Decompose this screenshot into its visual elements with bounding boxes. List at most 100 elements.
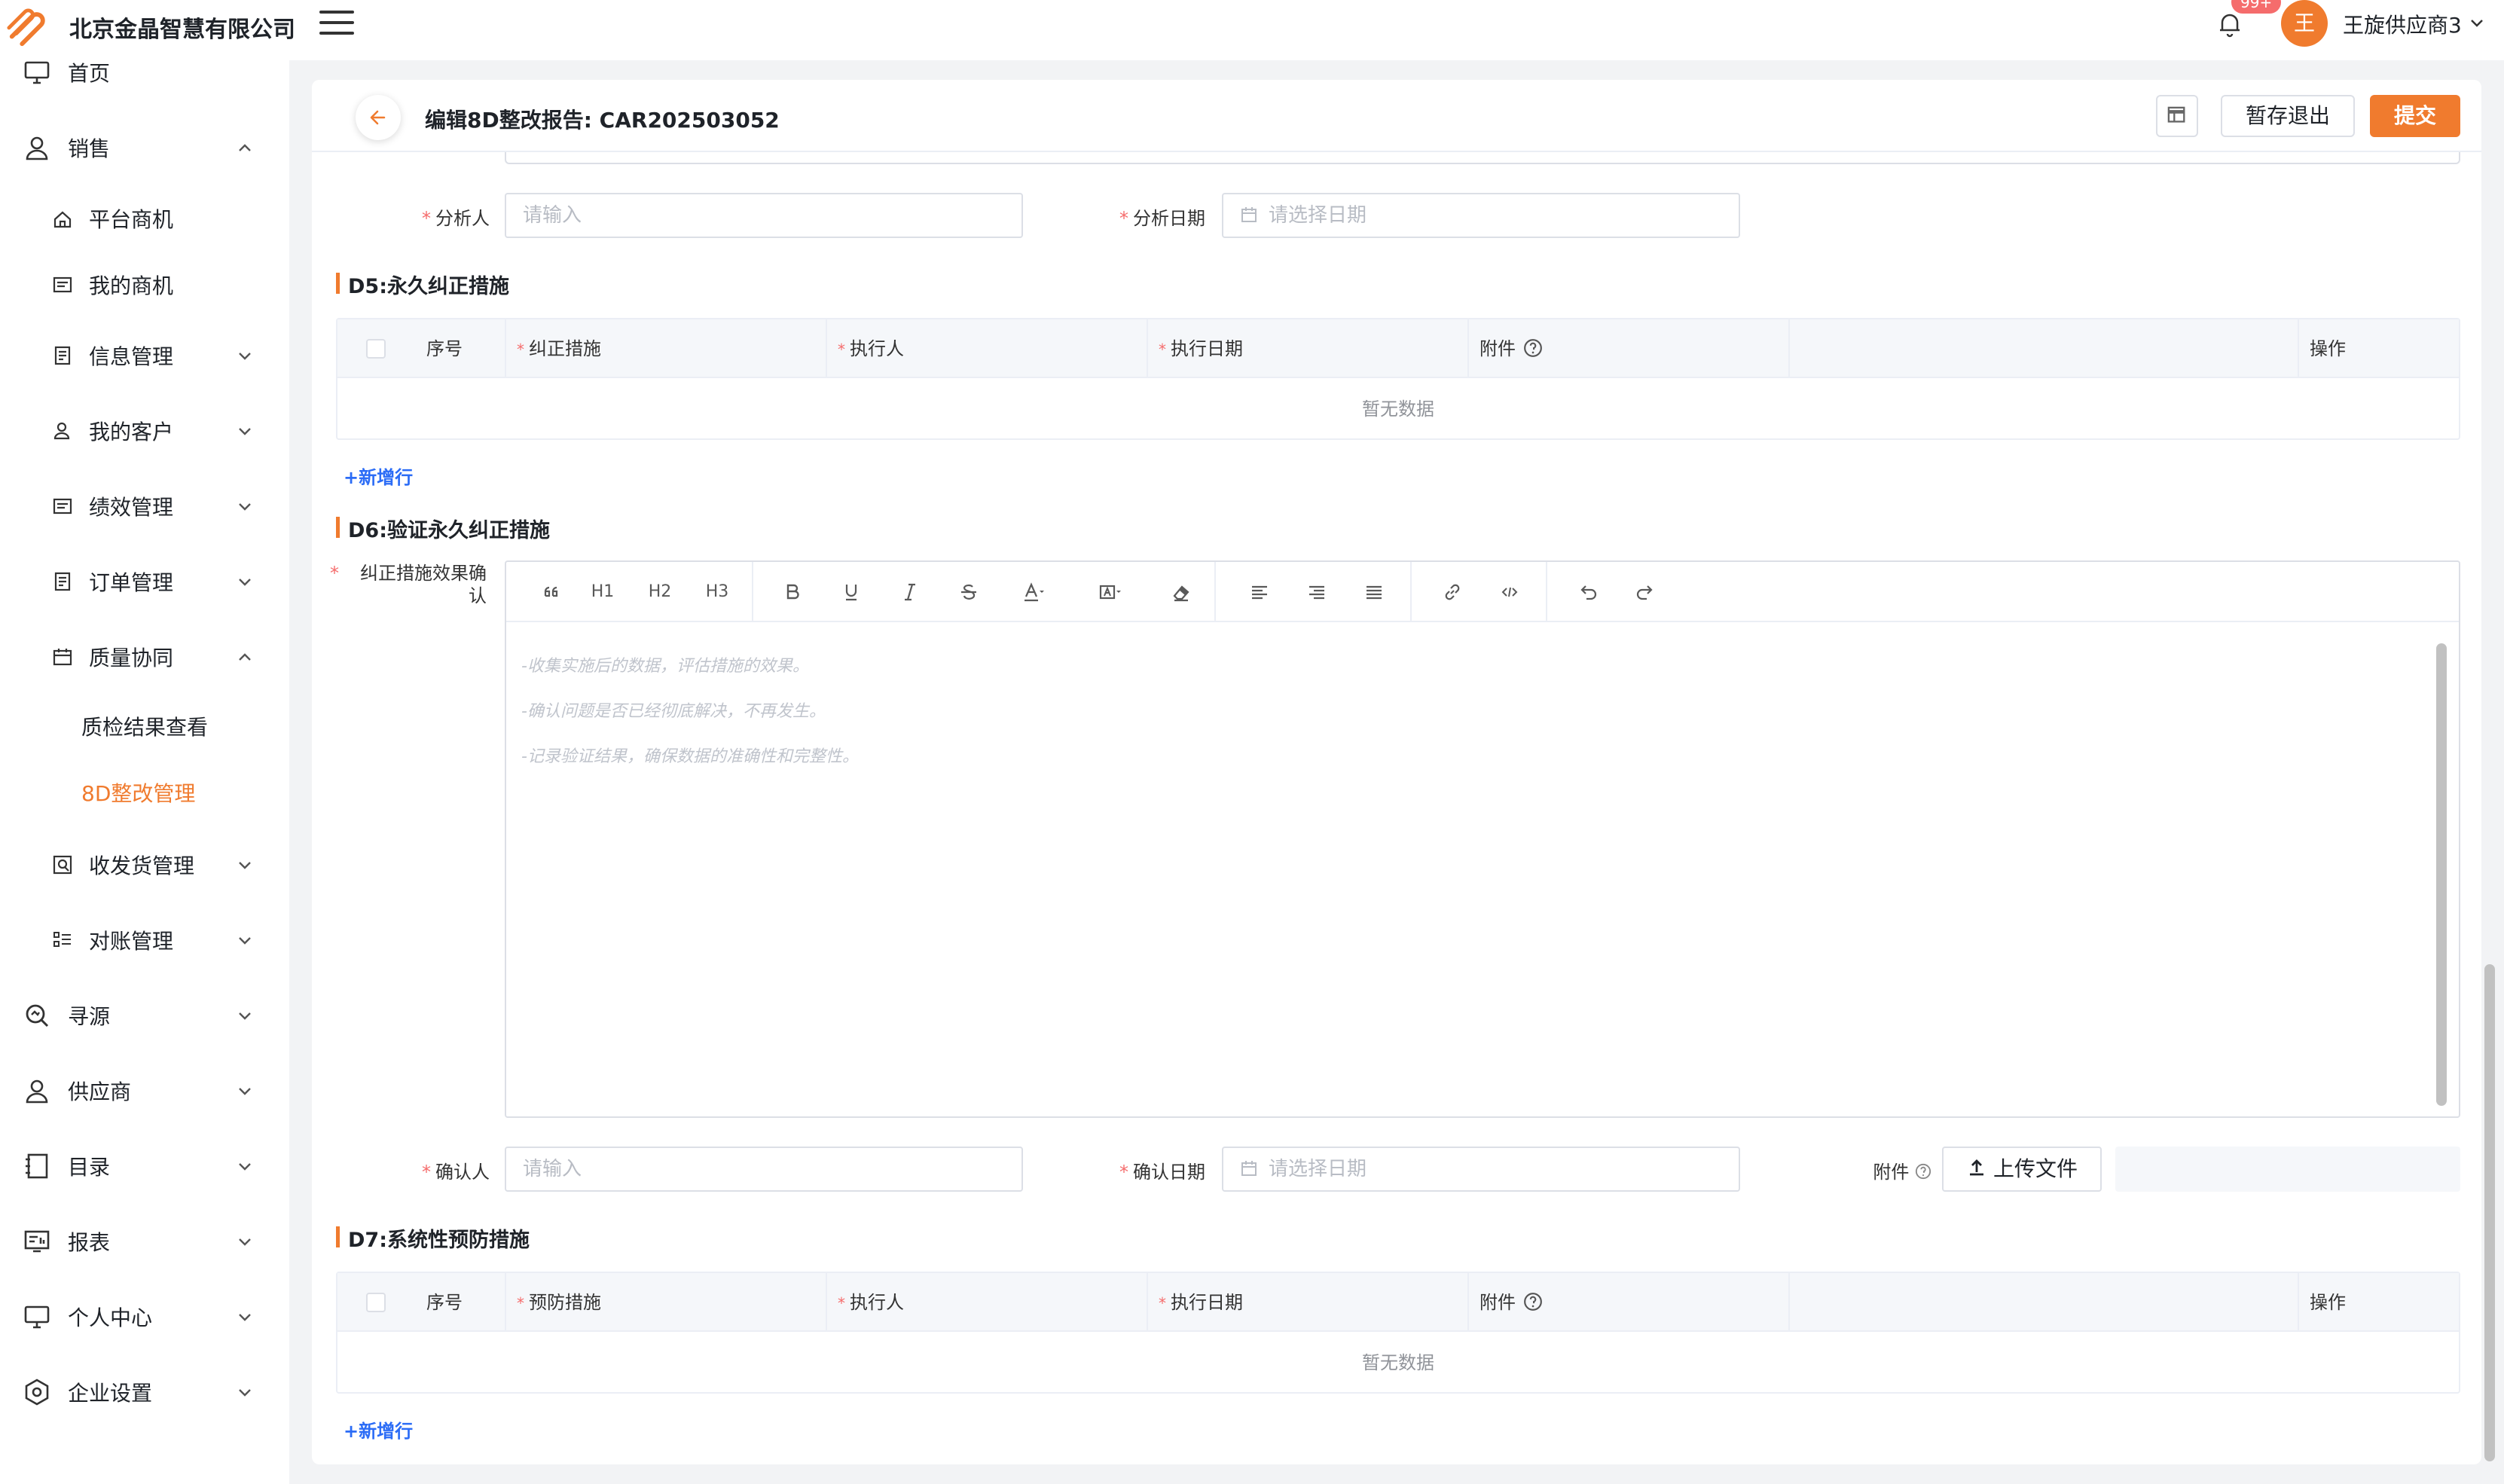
sidebar-item-info-management[interactable]: 信息管理 [0, 329, 289, 382]
sidebar-item-reports[interactable]: 报表 [0, 1215, 289, 1268]
chevron-down-icon[interactable] [235, 1081, 255, 1101]
column-header-label: 附件 [1479, 338, 1516, 359]
sidebar-item-performance-management[interactable]: 绩效管理 [0, 480, 289, 533]
confirm-date-picker[interactable]: 请选择日期 [1222, 1147, 1740, 1192]
confirmer-input[interactable]: 请输入 [505, 1147, 1023, 1192]
bold-button[interactable] [771, 579, 814, 606]
align-right-icon [1309, 585, 1324, 600]
bg-color-button[interactable] [1082, 579, 1139, 606]
sidebar-item-platform-opportunities[interactable]: 平台商机 [0, 192, 289, 245]
sidebar-item-quality-collaboration[interactable]: 质量协同 [0, 631, 289, 683]
link-button[interactable] [1431, 579, 1473, 606]
italic-button[interactable] [889, 579, 931, 606]
avatar[interactable]: 王 [2281, 0, 2328, 47]
heading-h2-button[interactable]: H2 [639, 579, 681, 606]
sidebar-item-home[interactable]: 首页 [0, 46, 289, 99]
eraser-button[interactable] [1160, 579, 1202, 606]
help-icon[interactable] [1523, 338, 1543, 358]
sidebar-item-my-customers[interactable]: 我的客户 [0, 405, 289, 457]
help-icon[interactable] [1915, 1163, 1931, 1180]
underline-button[interactable] [830, 579, 872, 606]
column-header: * 纠正措施 [506, 319, 827, 378]
page-scrollbar[interactable] [2484, 964, 2495, 1461]
chevron-up-icon[interactable] [235, 138, 255, 157]
help-icon[interactable] [1523, 1292, 1543, 1311]
sidebar-item-label: 目录 [68, 1155, 111, 1180]
sidebar-item-reconciliation-management[interactable]: 对账管理 [0, 914, 289, 966]
sidebar-item-catalog[interactable]: 目录 [0, 1140, 289, 1192]
chevron-down-icon[interactable] [235, 572, 255, 591]
menu-toggle-icon[interactable] [319, 11, 354, 38]
username[interactable]: 王旋供应商3 [2343, 9, 2462, 39]
undo-button[interactable] [1567, 579, 1609, 606]
submit-button[interactable]: 提交 [2370, 95, 2460, 137]
chevron-down-icon[interactable] [235, 1006, 255, 1025]
layout-toggle-button[interactable] [2156, 95, 2198, 137]
page-header: 编辑8D整改报告: CAR202503052 暂存退出 提交 [312, 80, 2481, 152]
align-right-button[interactable] [1296, 579, 1338, 606]
sidebar-item-order-management[interactable]: 订单管理 [0, 555, 289, 608]
bold-icon [786, 584, 799, 600]
chevron-down-icon[interactable] [235, 1156, 255, 1176]
select-all-checkbox[interactable] [366, 1293, 386, 1312]
undo-icon [1580, 585, 1597, 600]
column-header-label: 预防措施 [529, 1292, 601, 1313]
chevron-down-icon[interactable] [235, 855, 255, 875]
chevron-down-icon[interactable] [235, 1307, 255, 1327]
sidebar-item-shipping-management[interactable]: 收发货管理 [0, 838, 289, 891]
sidebar-item-my-opportunities[interactable]: 我的商机 [0, 258, 289, 311]
sidebar-item-enterprise-settings[interactable]: 企业设置 [0, 1366, 289, 1418]
toolbar-divider [1546, 562, 1547, 622]
chevron-down-icon[interactable] [235, 1232, 255, 1251]
notification-bell-icon[interactable] [2215, 9, 2245, 39]
quote-icon [544, 586, 558, 597]
upload-file-button[interactable]: 上传文件 [1942, 1147, 2102, 1192]
column-header: 附件 [1469, 1273, 1790, 1332]
sidebar-item-sales[interactable]: 销售 [0, 121, 289, 174]
calendar-icon [1241, 206, 1257, 222]
chevron-down-icon[interactable] [2468, 14, 2486, 32]
doc-icon [54, 572, 71, 591]
chevron-down-icon[interactable] [235, 930, 255, 950]
user-icon [26, 1079, 48, 1104]
confirmer-label: * 确认人 [422, 1162, 490, 1183]
analysis-date-picker[interactable]: 请选择日期 [1222, 193, 1740, 238]
sidebar-item-sourcing[interactable]: 寻源 [0, 989, 289, 1042]
company-logo-icon [7, 8, 45, 47]
toolbar-divider [1214, 562, 1216, 622]
sidebar-item-8d-rectification[interactable]: 8D整改管理 [0, 766, 289, 819]
rich-text-editor[interactable]: H1 H2 H3 -收集实施后的数据，评估措施的效果。 -确认问题是否已经彻底解决，不… [505, 560, 2460, 1118]
chevron-down-icon[interactable] [235, 496, 255, 516]
sidebar-item-inspection-results[interactable]: 质检结果查看 [0, 700, 289, 753]
heading-h3-button[interactable]: H3 [696, 579, 738, 606]
editor-scrollbar[interactable] [2436, 643, 2447, 1106]
chevron-down-icon[interactable] [235, 346, 255, 365]
chevron-down-icon[interactable] [235, 421, 255, 441]
d7-add-row-button[interactable]: +新增行 [344, 1416, 413, 1443]
sidebar-item-label: 对账管理 [89, 929, 174, 954]
strikethrough-button[interactable] [948, 579, 990, 606]
upload-icon [1969, 1159, 1983, 1176]
chevron-up-icon[interactable] [235, 647, 255, 667]
analyst-input[interactable]: 请输入 [505, 193, 1023, 238]
select-all-checkbox[interactable] [366, 339, 386, 359]
chevron-down-icon[interactable] [235, 1382, 255, 1402]
justify-button[interactable] [1353, 579, 1395, 606]
redo-button[interactable] [1624, 579, 1666, 606]
sidebar-item-label: 我的商机 [89, 273, 174, 298]
align-left-icon [1252, 585, 1267, 600]
d7-table: 序号 * 预防措施 * 执行人 * 执行日期 附件 操作 暂无数据 [336, 1272, 2460, 1394]
sidebar-item-suppliers[interactable]: 供应商 [0, 1064, 289, 1117]
d5-add-row-button[interactable]: +新增行 [344, 463, 413, 489]
quote-button[interactable] [530, 579, 573, 606]
code-button[interactable] [1489, 579, 1531, 606]
font-color-button[interactable] [1008, 579, 1059, 606]
heading-h1-button[interactable]: H1 [582, 579, 624, 606]
package-icon [53, 855, 72, 875]
back-button[interactable] [356, 95, 401, 140]
user-icon [26, 136, 48, 160]
align-left-button[interactable] [1238, 579, 1281, 606]
sidebar-item-personal-center[interactable]: 个人中心 [0, 1290, 289, 1343]
save-exit-button[interactable]: 暂存退出 [2221, 95, 2355, 137]
table-header: 序号 * 纠正措施 * 执行人 * 执行日期 附件 操作 [337, 319, 2459, 378]
